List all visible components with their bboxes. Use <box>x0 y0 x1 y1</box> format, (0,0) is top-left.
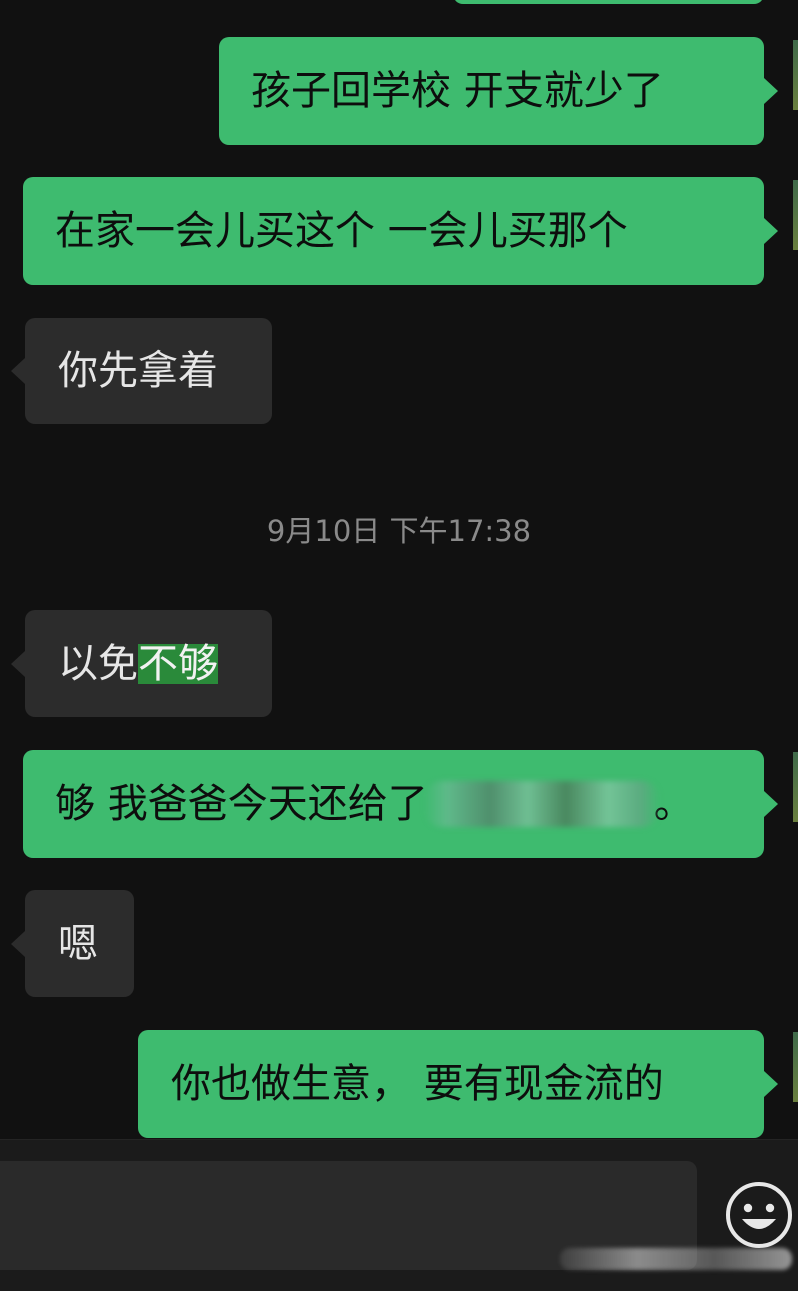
message-bubble-incoming[interactable]: 以免 不够 <box>11 610 272 717</box>
watermark <box>560 1248 792 1270</box>
self-avatar-edge[interactable] <box>793 1032 798 1102</box>
message-timestamp: 9月10日 下午17:38 <box>266 514 532 548</box>
message-text: 你先拿着 <box>58 348 218 394</box>
message-text: 以免 <box>58 640 138 687</box>
self-avatar-edge[interactable] <box>793 180 798 250</box>
chat-screen: 孩子回学校 开支就少了 在家一会儿买这个 一会儿买那个 你先拿着 9月10日 下… <box>0 0 798 1291</box>
message-bubble-incoming[interactable]: 你先拿着 <box>11 318 272 424</box>
message-bubble-outgoing[interactable]: 孩子回学校 开支就少了 <box>219 37 778 145</box>
message-text: 够 我爸爸今天还给了 <box>55 781 428 827</box>
selected-text-highlight[interactable]: 不够 <box>138 643 218 684</box>
emoji-button[interactable] <box>725 1181 793 1249</box>
message-bubble-outgoing[interactable]: 够 我爸爸今天还给了 。 <box>23 750 778 858</box>
message-text-end: 。 <box>653 781 694 827</box>
message-bubble-outgoing[interactable]: 在家一会儿买这个 一会儿买那个 <box>23 177 778 285</box>
self-avatar-edge[interactable] <box>793 40 798 110</box>
message-text: 孩子回学校 开支就少了 <box>251 68 664 114</box>
message-text: 你也做生意， 要有现金流的 <box>171 1061 664 1107</box>
message-bubble-outgoing[interactable]: 你也做生意， 要有现金流的 <box>138 1030 778 1138</box>
message-text: 嗯 <box>58 920 98 967</box>
message-text: 在家一会儿买这个 一会儿买那个 <box>55 208 628 254</box>
redacted-text-blur <box>423 781 660 827</box>
message-bubble-incoming[interactable]: 嗯 <box>11 890 134 997</box>
previous-message-bubble[interactable] <box>453 0 764 4</box>
self-avatar-edge[interactable] <box>793 752 798 822</box>
smiley-face-icon <box>726 1182 792 1248</box>
